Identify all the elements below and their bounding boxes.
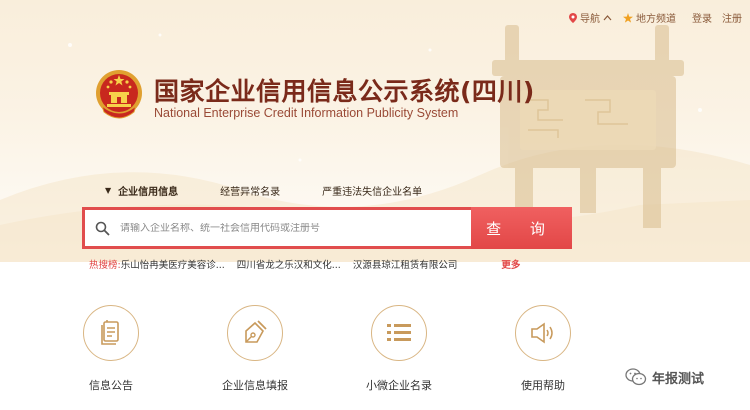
tab-enterprise-credit-info[interactable]: ▼ 企业信用信息 bbox=[105, 183, 178, 198]
list-icon bbox=[387, 324, 411, 341]
megaphone-icon bbox=[531, 322, 553, 344]
top-navigation-bar: 导航 地方频道 登录 注册 bbox=[561, 10, 742, 25]
tab-abnormal-operations-list[interactable]: 经营异常名录 bbox=[220, 183, 280, 198]
location-pin-icon bbox=[569, 12, 577, 23]
hot-search-list: 热搜榜: 乐山怡冉美医疗美容诊... 四川省龙之乐汉和文化... 汉源县琼江租赁… bbox=[89, 257, 520, 271]
service-icon-circle bbox=[83, 305, 139, 361]
site-subtitle: National Enterprise Credit Information P… bbox=[154, 106, 459, 120]
chevron-up-icon bbox=[603, 14, 612, 20]
nav-menu-link[interactable]: 导航 bbox=[569, 10, 615, 25]
site-title: 国家企业信用信息公示系统(四川) bbox=[154, 77, 535, 106]
service-label: 使用帮助 bbox=[521, 379, 565, 392]
region-label: 地方频道 bbox=[636, 14, 676, 25]
hot-search-item[interactable]: 四川省龙之乐汉和文化... bbox=[237, 257, 341, 271]
pen-nib-icon bbox=[245, 320, 267, 343]
search-icon bbox=[95, 221, 110, 236]
tab-label: 严重违法失信企业名单 bbox=[322, 187, 423, 198]
service-icon-circle bbox=[227, 305, 283, 361]
nav-label: 导航 bbox=[580, 14, 600, 25]
region-channel-link[interactable]: 地方频道 bbox=[623, 10, 676, 25]
hot-search-item[interactable]: 汉源县琼江租赁有限公司 bbox=[353, 257, 458, 271]
login-label: 登录 bbox=[692, 14, 712, 25]
search-bar: 查 询 bbox=[82, 207, 572, 249]
tab-serious-violation-list[interactable]: 严重违法失信企业名单 bbox=[322, 183, 422, 198]
watermark-text: 年报测试 bbox=[652, 371, 705, 387]
hot-search-label: 热搜榜: bbox=[89, 260, 121, 271]
search-button[interactable]: 查 询 bbox=[471, 207, 572, 249]
national-emblem-icon bbox=[96, 70, 142, 119]
caret-down-icon: ▼ bbox=[105, 186, 112, 195]
service-icon-circle bbox=[515, 305, 571, 361]
more-link[interactable]: 更多 bbox=[501, 257, 520, 271]
tab-label: 经营异常名录 bbox=[220, 187, 281, 198]
register-label: 注册 bbox=[722, 14, 742, 25]
wechat-watermark: 年报测试 bbox=[625, 367, 704, 387]
service-card-micro-enterprise-list[interactable]: 小微企业名录 bbox=[344, 305, 454, 393]
search-category-tabs: ▼ 企业信用信息 经营异常名录 严重违法失信企业名单 bbox=[105, 183, 422, 198]
search-input[interactable] bbox=[120, 222, 450, 234]
service-label: 信息公告 bbox=[89, 379, 133, 392]
document-icon bbox=[101, 320, 119, 345]
register-link[interactable]: 注册 bbox=[722, 10, 742, 25]
hot-search-item[interactable]: 乐山怡冉美医疗美容诊... bbox=[121, 257, 225, 271]
hero-banner: 导航 地方频道 登录 注册 国家企业信用信息公示系统(四川) National … bbox=[0, 0, 750, 262]
service-card-help[interactable]: 使用帮助 bbox=[488, 305, 598, 393]
wechat-icon bbox=[625, 368, 647, 386]
service-card-info-announcement[interactable]: 信息公告 bbox=[56, 305, 166, 393]
service-icon-circle bbox=[371, 305, 427, 361]
search-button-label: 查 询 bbox=[486, 219, 557, 238]
search-box bbox=[82, 207, 471, 249]
service-card-enterprise-filing[interactable]: 企业信息填报 bbox=[200, 305, 310, 393]
tab-label: 企业信用信息 bbox=[118, 187, 179, 198]
star-icon bbox=[623, 12, 633, 23]
login-link[interactable]: 登录 bbox=[692, 10, 712, 25]
service-label: 企业信息填报 bbox=[222, 379, 288, 392]
service-label: 小微企业名录 bbox=[366, 379, 432, 392]
